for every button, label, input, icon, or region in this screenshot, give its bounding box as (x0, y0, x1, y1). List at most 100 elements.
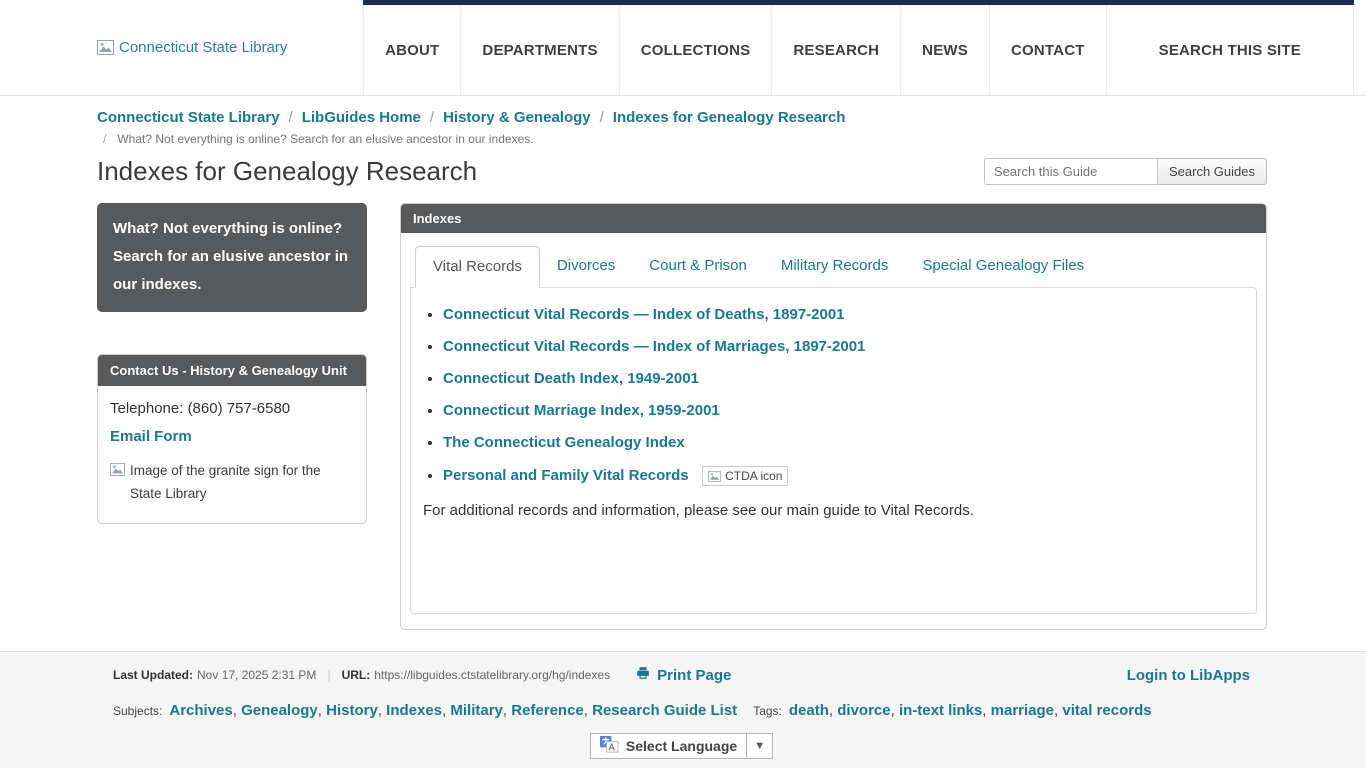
select-language-dropdown[interactable]: Select Language ▼ (590, 733, 773, 759)
tag-link-death[interactable]: death (789, 702, 829, 719)
additional-records-note: For additional records and information, … (423, 502, 1244, 519)
tab-military-records[interactable]: Military Records (764, 246, 906, 287)
print-page-label: Print Page (657, 667, 731, 684)
site-logo-link[interactable]: Connecticut State Library (97, 0, 287, 95)
tab-divorces[interactable]: Divorces (540, 246, 632, 287)
breadcrumb-item: Indexes for Genealogy Research (591, 109, 846, 126)
tab-vital-records[interactable]: Vital Records (415, 246, 540, 288)
indexes-box-header: Indexes (401, 204, 1266, 233)
guide-search-input[interactable] (984, 158, 1158, 185)
breadcrumb-item: Connecticut State Library (97, 109, 280, 126)
subject-link-indexes[interactable]: Indexes (378, 702, 442, 719)
breadcrumb-bar: Connecticut State Library LibGuides Home… (0, 96, 1366, 152)
nav-item-about[interactable]: ABOUT (363, 5, 460, 95)
breadcrumb-item: LibGuides Home (280, 109, 421, 126)
printer-icon (636, 666, 650, 684)
link-index-of-deaths[interactable]: Connecticut Vital Records — Index of Dea… (443, 306, 845, 323)
subject-link-genealogy[interactable]: Genealogy (233, 702, 318, 719)
indexes-box-body: Vital Records Divorces Court & Prison Mi… (401, 233, 1266, 629)
select-language-main: Select Language (591, 734, 746, 758)
site-header: Connecticut State Library ABOUT DEPARTME… (0, 0, 1366, 96)
page: Connecticut State Library ABOUT DEPARTME… (0, 0, 1366, 768)
title-row: Indexes for Genealogy Research Search Gu… (0, 152, 1366, 203)
index-link-list: Connecticut Vital Records — Index of Dea… (423, 306, 1244, 486)
indexes-tabs: Vital Records Divorces Court & Prison Mi… (410, 246, 1257, 287)
breadcrumb-link-library[interactable]: Connecticut State Library (97, 109, 280, 126)
url-value: https://libguides.ctstatelibrary.org/hg/… (374, 668, 610, 682)
last-updated-label: Last Updated: (113, 668, 193, 682)
list-item: Personal and Family Vital Records CTDA i… (443, 466, 1244, 486)
broken-image-icon (708, 471, 721, 482)
tab-court-prison[interactable]: Court & Prison (632, 246, 764, 287)
tags-label: Tags: (753, 704, 782, 718)
link-death-index[interactable]: Connecticut Death Index, 1949-2001 (443, 370, 699, 387)
url-label: URL: (342, 668, 371, 682)
select-language-label: Select Language (626, 738, 737, 754)
tag-link-in-text-links[interactable]: in-text links (891, 702, 983, 719)
link-personal-family-vital-records[interactable]: Personal and Family Vital Records (443, 467, 689, 484)
breadcrumb-link-current-page[interactable]: Indexes for Genealogy Research (613, 109, 846, 126)
google-translate-icon (600, 735, 619, 757)
list-item: Connecticut Vital Records — Index of Dea… (443, 306, 1244, 324)
link-genealogy-index[interactable]: The Connecticut Genealogy Index (443, 434, 685, 451)
list-item: Connecticut Marriage Index, 1959-2001 (443, 402, 1244, 420)
breadcrumb-link-history-genealogy[interactable]: History & Genealogy (443, 109, 591, 126)
guide-intro-box: What? Not everything is online? Search f… (97, 203, 367, 312)
sidebar: What? Not everything is online? Search f… (97, 203, 367, 524)
tab-special-genealogy-files[interactable]: Special Genealogy Files (905, 246, 1101, 287)
divider: | (327, 668, 330, 682)
guide-footer: Last Updated: Nov 17, 2025 2:31 PM | URL… (0, 651, 1366, 768)
nav-item-contact[interactable]: CONTACT (989, 5, 1106, 95)
breadcrumb-link-libguides-home[interactable]: LibGuides Home (302, 109, 421, 126)
email-form-link[interactable]: Email Form (110, 428, 192, 445)
broken-image-icon (110, 463, 125, 476)
contact-box: Contact Us - History & Genealogy Unit Te… (97, 354, 367, 524)
main-column: Indexes Vital Records Divorces Court & P… (400, 203, 1267, 630)
list-item: The Connecticut Genealogy Index (443, 434, 1244, 452)
login-to-libapps-link[interactable]: Login to LibApps (1127, 667, 1250, 684)
nav-item-collections[interactable]: COLLECTIONS (619, 5, 772, 95)
subject-link-archives[interactable]: Archives (169, 702, 232, 719)
list-item: Connecticut Vital Records — Index of Mar… (443, 338, 1244, 356)
nav-item-departments[interactable]: DEPARTMENTS (460, 5, 618, 95)
nav-item-research[interactable]: RESEARCH (771, 5, 900, 95)
subject-link-reference[interactable]: Reference (503, 702, 584, 719)
footer-subjects-row: Subjects: Archives Genealogy History Ind… (113, 702, 1250, 719)
contact-image-broken: Image of the granite sign for the State … (110, 460, 354, 505)
contact-image-alt-text: Image of the granite sign for the State … (130, 460, 354, 505)
contact-box-body: Telephone: (860) 757-6580 Email Form Ima… (98, 386, 366, 523)
site-logo-alt-text: Connecticut State Library (119, 39, 287, 56)
tag-link-marriage[interactable]: marriage (982, 702, 1054, 719)
subjects-label: Subjects: (113, 704, 162, 718)
link-marriage-index[interactable]: Connecticut Marriage Index, 1959-2001 (443, 402, 720, 419)
page-title: Indexes for Genealogy Research (97, 156, 477, 187)
tab-panel-vital-records: Connecticut Vital Records — Index of Dea… (410, 287, 1257, 614)
language-row: Select Language ▼ (113, 733, 1250, 759)
nav-item-news[interactable]: NEWS (900, 5, 989, 95)
ctda-icon-alt-text: CTDA icon (725, 469, 782, 483)
content: What? Not everything is online? Search f… (0, 203, 1366, 630)
broken-image-icon (97, 40, 114, 55)
link-index-of-marriages[interactable]: Connecticut Vital Records — Index of Mar… (443, 338, 865, 355)
guide-search-button[interactable]: Search Guides (1158, 158, 1267, 185)
indexes-box: Indexes Vital Records Divorces Court & P… (400, 203, 1267, 630)
contact-box-header: Contact Us - History & Genealogy Unit (98, 355, 366, 386)
subject-link-history[interactable]: History (318, 702, 378, 719)
breadcrumb: Connecticut State Library LibGuides Home… (97, 109, 1269, 126)
footer-meta-row: Last Updated: Nov 17, 2025 2:31 PM | URL… (113, 666, 1250, 684)
nav-item-search-this-site[interactable]: SEARCH THIS SITE (1106, 5, 1354, 95)
breadcrumb-item: History & Genealogy (421, 109, 591, 126)
tag-link-divorce[interactable]: divorce (829, 702, 891, 719)
last-updated-value: Nov 17, 2025 2:31 PM (197, 668, 316, 682)
list-item: Connecticut Death Index, 1949-2001 (443, 370, 1244, 388)
guide-tagline: What? Not everything is online? Search f… (97, 132, 1269, 146)
subject-link-research-guide-list[interactable]: Research Guide List (584, 702, 737, 719)
chevron-down-icon: ▼ (746, 734, 772, 758)
print-page-link[interactable]: Print Page (636, 666, 731, 684)
tag-link-vital-records[interactable]: vital records (1054, 702, 1152, 719)
guide-search: Search Guides (984, 158, 1267, 185)
contact-telephone: Telephone: (860) 757-6580 (110, 400, 354, 417)
subject-link-military[interactable]: Military (442, 702, 503, 719)
ctda-icon-broken: CTDA icon (702, 466, 788, 486)
main-nav: ABOUT DEPARTMENTS COLLECTIONS RESEARCH N… (363, 0, 1354, 95)
